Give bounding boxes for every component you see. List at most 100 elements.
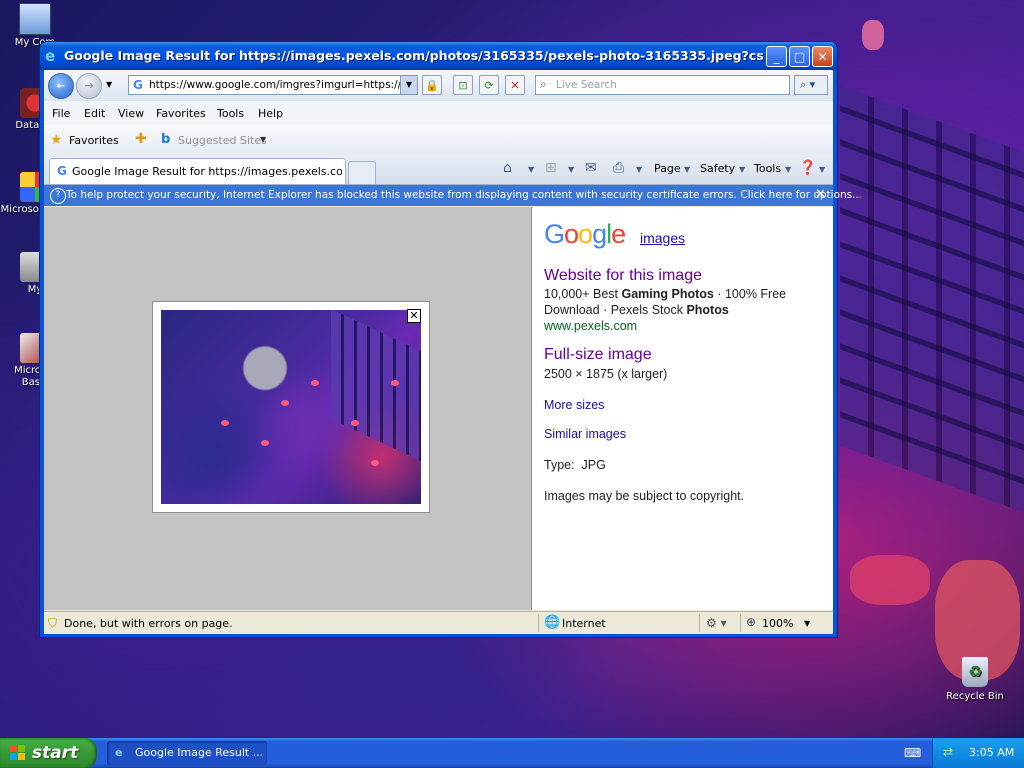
menu-tools[interactable]: Tools bbox=[217, 107, 244, 120]
tab-google-image-result[interactable]: G Google Image Result for https://images… bbox=[49, 158, 346, 184]
internet-explorer-icon: e bbox=[115, 746, 123, 759]
add-to-favorites-icon[interactable]: ✚ bbox=[135, 131, 147, 147]
recent-pages-dropdown-icon[interactable]: ▼ bbox=[106, 80, 112, 89]
bing-icon: b bbox=[161, 132, 171, 147]
tools-dropdown-icon[interactable]: ▼ bbox=[785, 165, 791, 174]
taskbar-item-label: Google Image Result ... bbox=[135, 746, 264, 759]
refresh-button[interactable]: ⟳ bbox=[479, 75, 499, 95]
compatibility-view-icon[interactable]: ⊡ bbox=[453, 75, 473, 95]
suggested-sites-dropdown-icon[interactable]: ▼ bbox=[260, 135, 266, 144]
feeds-dropdown-icon[interactable]: ▼ bbox=[568, 165, 574, 174]
copyright-notice: Images may be subject to copyright. bbox=[544, 489, 745, 503]
website-for-image-link[interactable]: Website for this image bbox=[544, 267, 702, 285]
browser-client: ← → ▼ G https://www.google.com/imgres?im… bbox=[44, 70, 862, 634]
more-sizes-link[interactable]: More sizes bbox=[544, 398, 604, 412]
clock[interactable]: 3:05 AM bbox=[969, 746, 1014, 759]
start-label: start bbox=[32, 743, 79, 763]
menu-file[interactable]: File bbox=[52, 107, 70, 120]
tab-bar: G Google Image Result for https://images… bbox=[44, 155, 833, 185]
information-bar[interactable]: ? To help protect your security, Interne… bbox=[44, 185, 862, 206]
security-zone: Internet bbox=[562, 617, 606, 630]
image-preview-frame: ✕ bbox=[152, 301, 430, 513]
network-tray-icon[interactable]: ⇄ bbox=[943, 745, 953, 759]
info-question-icon: ? bbox=[50, 188, 66, 204]
warning-shield-icon[interactable]: ⛉ bbox=[48, 616, 57, 631]
google-images-link[interactable]: images bbox=[640, 230, 685, 246]
forward-button[interactable]: → bbox=[76, 73, 102, 99]
favorites-star-icon: ★ bbox=[50, 132, 63, 148]
menu-help[interactable]: Help bbox=[258, 107, 283, 120]
menu-edit[interactable]: Edit bbox=[84, 107, 105, 120]
tools-menu[interactable]: Tools bbox=[754, 162, 781, 175]
address-dropdown-icon[interactable]: ▼ bbox=[400, 76, 417, 94]
page-dropdown-icon[interactable]: ▼ bbox=[684, 165, 690, 174]
image-type: Type: JPG bbox=[544, 458, 606, 472]
internet-explorer-icon: e bbox=[45, 47, 56, 65]
search-field[interactable]: ⌕ Live Search bbox=[535, 75, 790, 95]
title-bar[interactable]: e Google Image Result for https://images… bbox=[40, 42, 837, 70]
gaming-photo-thumbnail[interactable] bbox=[161, 310, 421, 504]
start-button[interactable]: start bbox=[0, 738, 97, 768]
back-button[interactable]: ← bbox=[48, 73, 74, 99]
close-preview-icon[interactable]: ✕ bbox=[407, 309, 421, 323]
taskbar: start e Google Image Result ... ⌨ ⇄ 3:05… bbox=[0, 738, 1024, 768]
computer-icon bbox=[19, 3, 51, 35]
favorites-button[interactable]: Favorites bbox=[69, 134, 119, 147]
feeds-icon[interactable]: ⊞ bbox=[545, 160, 557, 176]
recycle-bin-icon: ♻ bbox=[962, 657, 988, 687]
image-dimensions: 2500 × 1875 (x larger) bbox=[544, 367, 668, 381]
keyboard-icon[interactable]: ⌨ bbox=[904, 746, 921, 760]
image-description-line2: Download · Pexels Stock Photos bbox=[544, 303, 729, 317]
menu-view[interactable]: View bbox=[118, 107, 144, 120]
similar-images-link[interactable]: Similar images bbox=[544, 427, 626, 441]
information-bar-message: To help protect your security, Internet … bbox=[66, 189, 863, 201]
menu-bar: File Edit View Favorites Tools Help bbox=[44, 101, 833, 126]
home-dropdown-icon[interactable]: ▼ bbox=[528, 165, 534, 174]
help-dropdown-icon[interactable]: ▼ bbox=[819, 165, 825, 174]
image-details-pane: Google images Website for this image 10,… bbox=[532, 207, 833, 610]
favorites-bar: ★ Favorites ✚ b Suggested Sites ▼ bbox=[44, 125, 833, 156]
full-size-image-link[interactable]: Full-size image bbox=[544, 346, 652, 364]
google-logo[interactable]: Google bbox=[544, 219, 626, 250]
wallpaper-keyboard-rows bbox=[840, 85, 1024, 515]
page-menu[interactable]: Page bbox=[654, 162, 681, 175]
wallpaper-accent bbox=[862, 20, 884, 50]
lock-icon[interactable]: 🔒 bbox=[422, 75, 442, 95]
photo-confetti bbox=[391, 380, 399, 386]
status-divider bbox=[699, 614, 700, 632]
desktop-icon-recycle-bin[interactable]: ♻ Recycle Bin bbox=[942, 657, 1008, 702]
browser-window: e Google Image Result for https://images… bbox=[40, 42, 862, 637]
zoom-level[interactable]: 100% bbox=[762, 617, 793, 630]
new-tab-button[interactable] bbox=[348, 161, 376, 184]
suggested-sites-button[interactable]: Suggested Sites bbox=[178, 134, 267, 147]
safety-menu[interactable]: Safety bbox=[700, 162, 735, 175]
page-content: ✕ Google images Website for this image 1… bbox=[44, 207, 833, 610]
zoom-icon[interactable]: ⊕ bbox=[746, 615, 756, 629]
maximize-button[interactable]: □ bbox=[789, 46, 810, 67]
zoom-dropdown-icon[interactable]: ▼ bbox=[804, 619, 810, 628]
site-url[interactable]: www.pexels.com bbox=[544, 319, 637, 333]
safety-dropdown-icon[interactable]: ▼ bbox=[739, 165, 745, 174]
read-mail-icon[interactable]: ✉ bbox=[585, 160, 597, 176]
photo-confetti bbox=[281, 400, 289, 406]
information-bar-close-icon[interactable]: ✕ bbox=[815, 187, 826, 202]
close-button[interactable]: ✕ bbox=[812, 46, 833, 67]
menu-favorites[interactable]: Favorites bbox=[156, 107, 206, 120]
print-icon[interactable]: ⎙ bbox=[613, 160, 624, 176]
minimize-button[interactable]: _ bbox=[766, 46, 787, 67]
home-icon[interactable]: ⌂ bbox=[503, 160, 512, 176]
image-description: 10,000+ Best Gaming Photos · 100% Free bbox=[544, 287, 787, 301]
windows-logo-icon bbox=[10, 745, 25, 760]
photo-confetti bbox=[311, 380, 319, 386]
status-bar: ⛉ Done, but with errors on page. 🌐 Inter… bbox=[44, 611, 833, 634]
search-button[interactable]: ⌕ ▾ bbox=[794, 75, 828, 95]
protected-mode-icon[interactable]: ⚙ ▾ bbox=[706, 616, 727, 630]
taskbar-item-ie[interactable]: e Google Image Result ... bbox=[107, 741, 267, 765]
help-icon[interactable]: ❓ bbox=[799, 160, 816, 176]
print-dropdown-icon[interactable]: ▼ bbox=[636, 165, 642, 174]
stop-button[interactable]: ✕ bbox=[505, 75, 525, 95]
photo-confetti bbox=[351, 420, 359, 426]
status-text: Done, but with errors on page. bbox=[64, 617, 233, 630]
address-field[interactable]: G https://www.google.com/imgres?imgurl=h… bbox=[128, 75, 418, 95]
google-favicon-icon: G bbox=[133, 78, 143, 92]
